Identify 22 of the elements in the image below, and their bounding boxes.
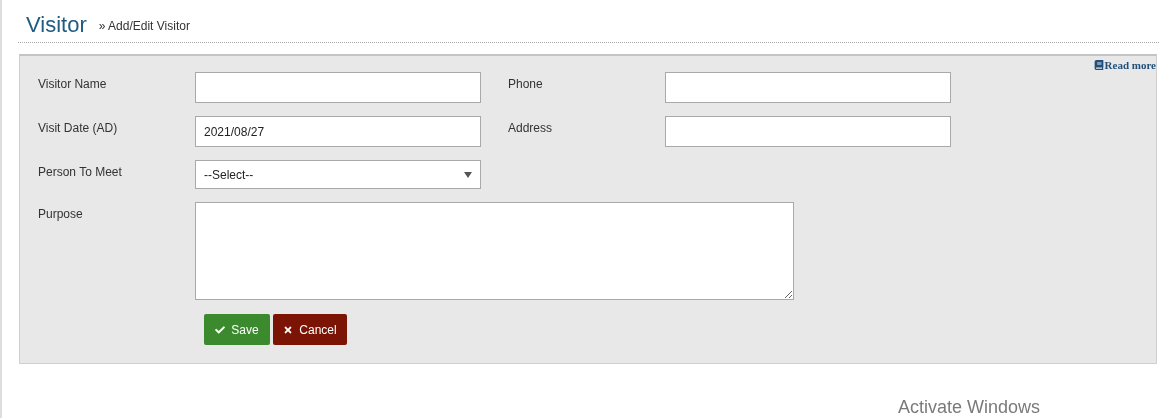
- save-button[interactable]: Save: [204, 314, 270, 345]
- input-field[interactable]: [195, 72, 481, 103]
- book-icon: [1093, 60, 1104, 71]
- field-label: Purpose: [38, 206, 84, 223]
- field-label: Visitor Name: [38, 76, 108, 93]
- read-more-link[interactable]: Read more: [1093, 57, 1156, 74]
- input-field[interactable]: [665, 72, 951, 103]
- cancel-button[interactable]: Cancel: [273, 314, 347, 345]
- field-label: Visit Date (AD): [38, 120, 119, 137]
- select-field[interactable]: --Select--: [195, 160, 481, 189]
- check-icon: [215, 324, 226, 335]
- input-field[interactable]: 2021/08/27: [195, 116, 481, 147]
- field-label: Address: [508, 120, 554, 137]
- page-title: Visitor: [26, 14, 87, 36]
- caret-icon: [464, 171, 472, 178]
- breadcrumb: » Add/Edit Visitor: [98, 18, 190, 35]
- field-label: Person To Meet: [38, 164, 123, 181]
- field-label: Phone: [508, 76, 544, 93]
- activation-notice: Activate Windows: [898, 396, 1041, 418]
- text-area[interactable]: [195, 202, 794, 300]
- close-icon: [283, 324, 294, 335]
- input-field[interactable]: [665, 116, 951, 147]
